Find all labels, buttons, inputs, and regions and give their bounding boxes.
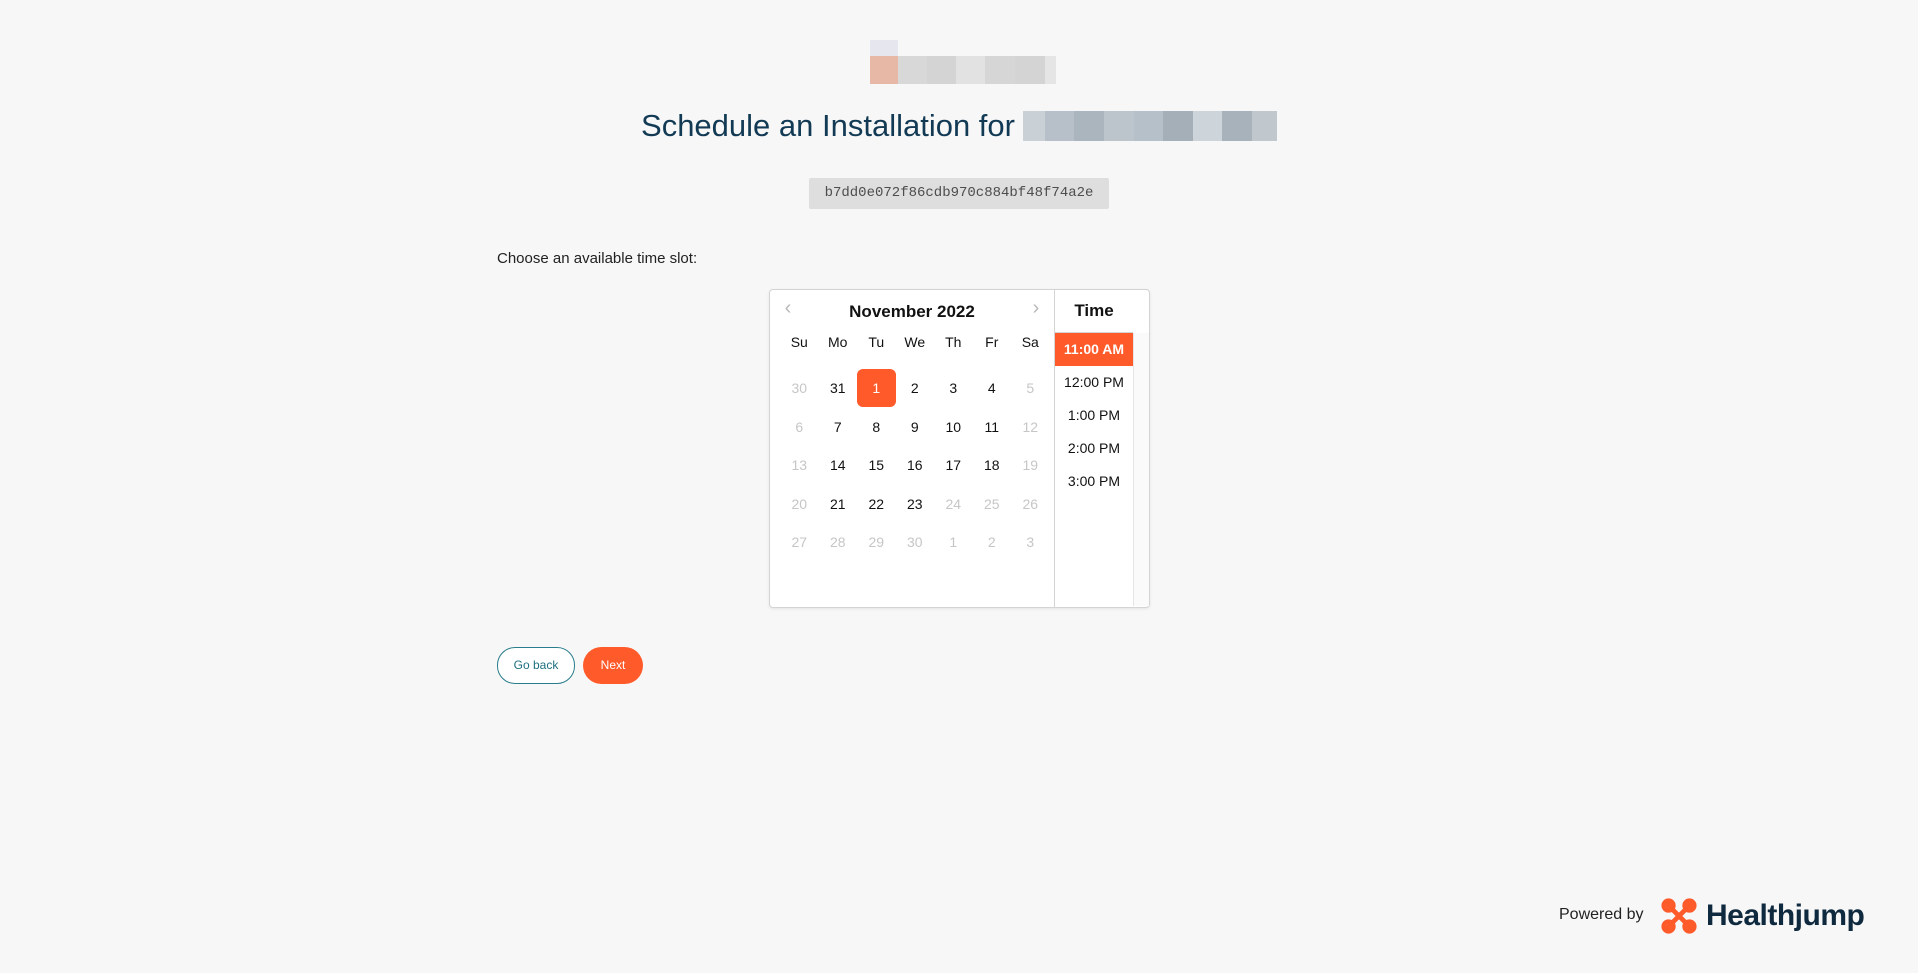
calendar-day: 12 [1022,418,1039,435]
weekday-label: Th [945,334,962,350]
calendar-day: 19 [1022,457,1039,474]
installation-id: b7dd0e072f86cdb970c884bf48f74a2e [809,178,1109,209]
weekday-label: Tu [868,334,885,350]
time-slot-prompt: Choose an available time slot: [497,250,698,267]
calendar-day[interactable]: 15 [857,446,896,484]
time-slot[interactable]: 3:00 PM [1055,465,1133,498]
time-header: Time [1055,290,1133,333]
calendar-day: 2 [987,534,996,551]
calendar-day[interactable]: 10 [934,408,973,446]
redacted-practice-name [1022,111,1277,141]
calendar-day: 6 [795,418,804,435]
calendar-day: 5 [1026,380,1035,397]
calendar-grid: 30 31 1 2 3 4 5 6 7 8 9 10 11 12 13 14 15 16 17 18 19 20 21 22 2… [780,369,1050,562]
calendar-week-row: 13 14 15 16 17 18 19 [780,446,1050,485]
time-list-scrollbar[interactable] [1133,333,1149,606]
brand-name: Healthjump [1706,899,1865,932]
page-title: Schedule an Installation for [0,108,1918,152]
calendar-day[interactable]: 8 [857,408,896,446]
calendar-day: 25 [983,495,1000,512]
weekday-label: Su [790,334,808,350]
weekday-label: We [904,334,926,350]
calendar-day[interactable]: 31 [819,369,858,407]
powered-by-label: Powered by [1559,906,1644,923]
chevron-right-icon[interactable]: › [1021,294,1051,322]
time-column: Time 11:00 AM 12:00 PM 1:00 PM 2:00 PM 3:00 … [1055,290,1133,607]
calendar-week-row: 27 28 29 30 1 2 3 [780,523,1050,562]
organization-logo [869,40,1056,84]
calendar-day: 27 [791,534,808,551]
next-button[interactable]: Next [583,647,643,684]
calendar-day: 30 [906,534,923,551]
calendar-day[interactable]: 7 [819,408,858,446]
calendar-day[interactable]: 18 [973,446,1012,484]
time-slot[interactable]: 12:00 PM [1055,366,1133,399]
weekday-label: Mo [828,334,848,350]
calendar-day: 24 [945,495,962,512]
weekday-label: Sa [1021,334,1039,350]
calendar-day[interactable]: 16 [896,446,935,484]
calendar-week-row: 20 21 22 23 24 25 26 [780,485,1050,524]
calendar-day-selected[interactable]: 1 [857,369,896,408]
go-back-button[interactable]: Go back [497,647,575,684]
healthjump-logo-icon [1661,898,1697,934]
calendar-day: 20 [791,495,808,512]
calendar-day[interactable]: 3 [934,369,973,407]
calendar-day: 28 [829,534,846,551]
calendar-day[interactable]: 17 [934,446,973,484]
time-slot[interactable]: 2:00 PM [1055,432,1133,465]
calendar-day[interactable]: 2 [896,369,935,407]
calendar-day[interactable]: 14 [819,446,858,484]
date-time-picker: ‹ November 2022 › Su Mo Tu We Th Fr Sa 3… [769,289,1150,608]
weekday-header: Su Mo Tu We Th Fr Sa [780,334,1050,350]
time-slot-list: 11:00 AM 12:00 PM 1:00 PM 2:00 PM 3:00 PM [1055,333,1133,498]
calendar-month-label: November 2022 [849,302,975,321]
calendar: ‹ November 2022 › Su Mo Tu We Th Fr Sa 3… [770,290,1055,607]
calendar-day[interactable]: 21 [819,485,858,523]
calendar-day: 30 [791,380,808,397]
page-title-text: Schedule an Installation for [641,108,1015,143]
calendar-day: 26 [1022,495,1039,512]
calendar-day[interactable]: 22 [857,485,896,523]
calendar-day[interactable]: 23 [896,485,935,523]
calendar-day: 13 [791,457,808,474]
calendar-day[interactable]: 4 [973,369,1012,407]
calendar-week-row: 30 31 1 2 3 4 5 [780,369,1050,408]
time-slot[interactable]: 1:00 PM [1055,399,1133,432]
calendar-day[interactable]: 9 [896,408,935,446]
calendar-day: 29 [868,534,885,551]
brand-logo: Healthjump [1660,896,1865,936]
calendar-day: 1 [949,534,958,551]
weekday-label: Fr [985,334,999,350]
calendar-week-row: 6 7 8 9 10 11 12 [780,408,1050,447]
calendar-day[interactable]: 11 [973,408,1012,446]
time-slot-selected[interactable]: 11:00 AM [1055,333,1133,366]
calendar-day: 3 [1026,534,1035,551]
